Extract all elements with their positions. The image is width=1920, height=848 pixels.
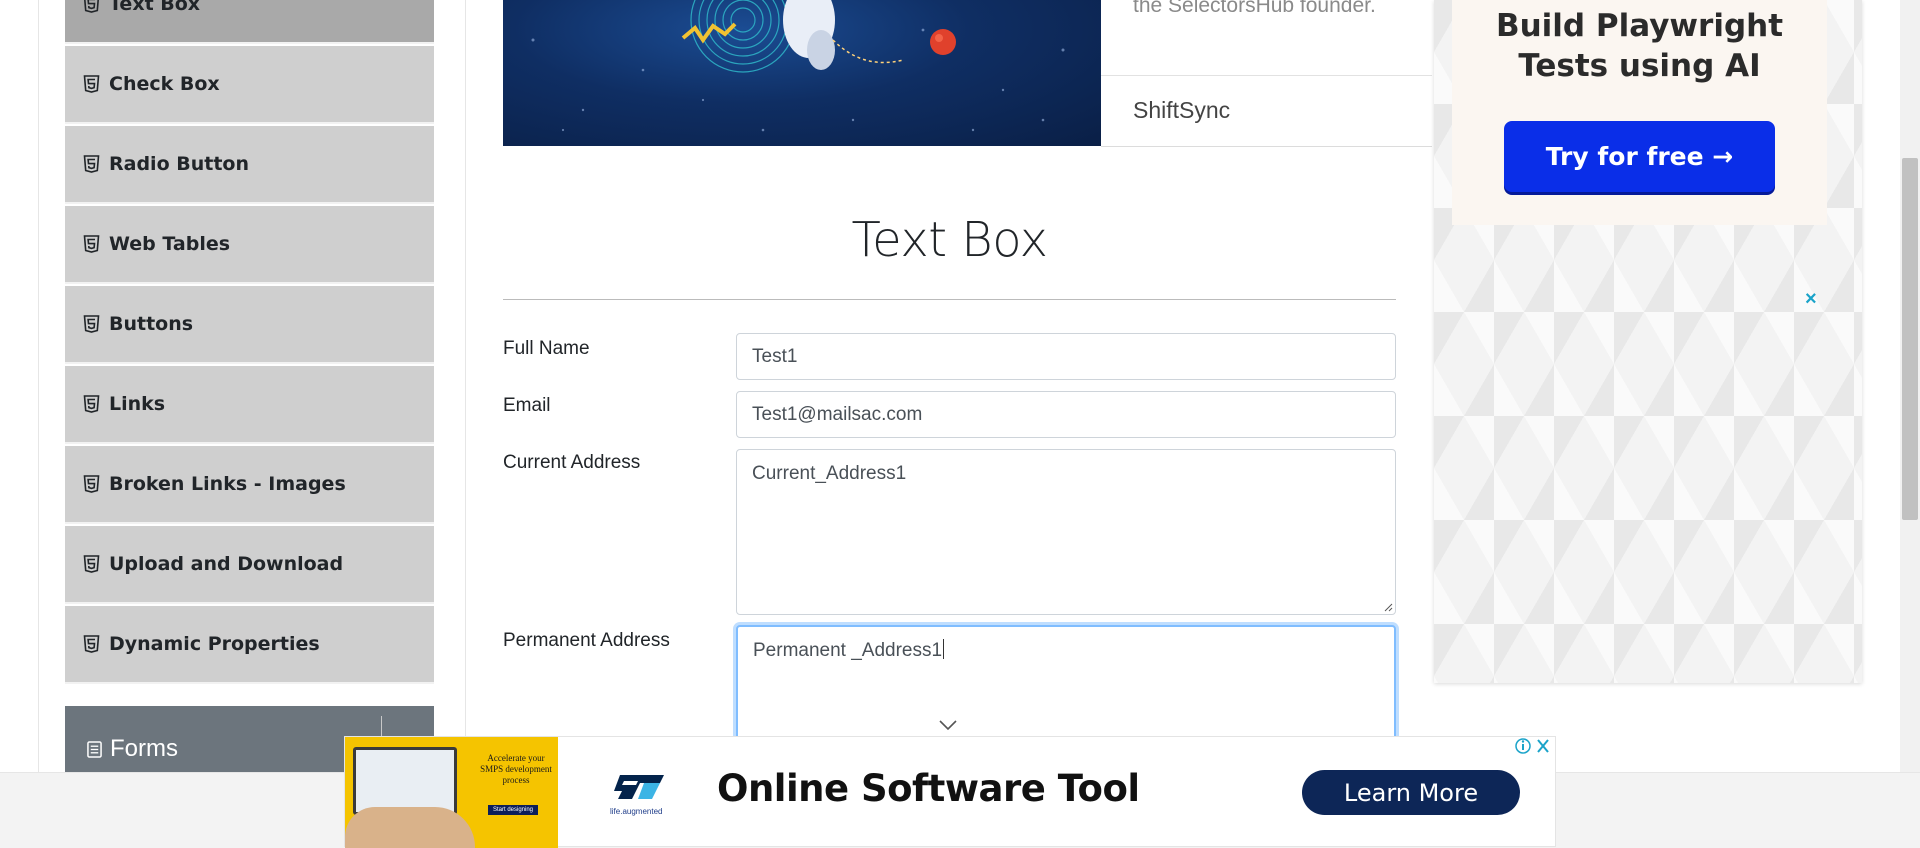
html5-icon — [83, 555, 100, 573]
sidebar-item-label: Check Box — [109, 73, 220, 95]
email-label: Email — [503, 395, 551, 416]
html5-icon — [83, 315, 100, 333]
current-address-textarea[interactable]: Current_Address1 — [736, 449, 1396, 615]
scrollbar-thumb[interactable] — [1902, 158, 1918, 520]
chevron-down-icon[interactable] — [938, 718, 958, 732]
sidebar-item-label: Links — [109, 393, 166, 415]
sidebar-item[interactable]: Text Box — [65, 0, 434, 44]
page-title: Text Box — [851, 212, 1048, 268]
hand-graphic — [345, 807, 475, 848]
sidebar-item[interactable]: Buttons — [65, 286, 434, 364]
banner-text-panel — [1101, 0, 1432, 147]
sidebar-item-label: Dynamic Properties — [109, 633, 320, 655]
sidebar-item[interactable]: Web Tables — [65, 206, 434, 284]
sidebar-item-label: Text Box — [109, 0, 201, 15]
sidebar-item-label: Web Tables — [109, 233, 231, 255]
sidebar-item-label: Buttons — [109, 313, 194, 335]
html5-icon — [83, 75, 100, 93]
title-divider — [503, 299, 1396, 300]
sidebar-group-label: Forms — [110, 735, 178, 762]
right-ad[interactable]: Build Playwright Tests using AI Try for … — [1434, 0, 1862, 683]
right-ad-title: Build Playwright Tests using AI — [1495, 8, 1784, 84]
full-name-input[interactable]: Test1 — [736, 333, 1396, 380]
learn-more-button[interactable]: Learn More — [1302, 770, 1520, 815]
current-address-label: Current Address — [503, 452, 641, 473]
sidebar-item[interactable]: Broken Links - Images — [65, 446, 434, 524]
html5-icon — [83, 395, 100, 413]
sidebar-item-label: Broken Links - Images — [109, 473, 346, 495]
sidebar-item[interactable]: Check Box — [65, 46, 434, 124]
sidebar-item[interactable]: Upload and Download — [65, 526, 434, 604]
st-logo-icon — [614, 775, 664, 799]
laptop-screen-graphic — [353, 747, 457, 815]
adchoices-icon[interactable] — [1514, 736, 1554, 756]
html5-icon — [83, 235, 100, 253]
banner-text: the SelectorsHub founder. — [1133, 0, 1376, 17]
bottom-ad-image: Accelerate your SMPS development process… — [345, 737, 558, 848]
sidebar-item[interactable]: Radio Button — [65, 126, 434, 204]
sidebar-item-label: Radio Button — [109, 153, 249, 175]
permanent-address-textarea[interactable]: Permanent _Address1 — [736, 625, 1396, 745]
sidebar-item[interactable]: Links — [65, 366, 434, 444]
html5-icon — [83, 635, 100, 653]
email-input[interactable]: Test1@mailsac.com — [736, 391, 1396, 438]
sidebar-item[interactable]: Dynamic Properties — [65, 606, 434, 684]
sidebar-item-label: Upload and Download — [109, 553, 344, 575]
permanent-address-value: Permanent _Address1 — [753, 640, 943, 661]
resize-grip-icon[interactable] — [1383, 602, 1393, 612]
html5-icon — [83, 475, 100, 493]
text-caret — [943, 639, 945, 659]
bottom-ad[interactable]: Accelerate your SMPS development process… — [344, 736, 1556, 848]
close-icon[interactable]: × — [1805, 288, 1817, 311]
banner-divider — [1101, 75, 1432, 76]
html5-icon — [83, 155, 100, 173]
astronaut-illustration — [531, 0, 1065, 132]
bottom-ad-headline: Online Software Tool — [717, 767, 1140, 810]
banner-image[interactable] — [503, 0, 1101, 146]
html5-icon — [84, 0, 99, 13]
try-for-free-button[interactable]: Try for free → — [1504, 121, 1775, 192]
current-address-value: Current_Address1 — [752, 463, 907, 484]
bottom-ad-image-copy: Accelerate your SMPS development process — [480, 753, 552, 785]
permanent-address-label: Permanent Address — [503, 630, 670, 651]
brand-tagline: life.augmented — [610, 807, 663, 816]
bottom-ad-image-cta: Start designing — [488, 805, 538, 815]
banner-company-link[interactable]: ShiftSync — [1133, 97, 1230, 124]
document-list-icon — [87, 740, 102, 758]
full-name-label: Full Name — [503, 338, 590, 359]
